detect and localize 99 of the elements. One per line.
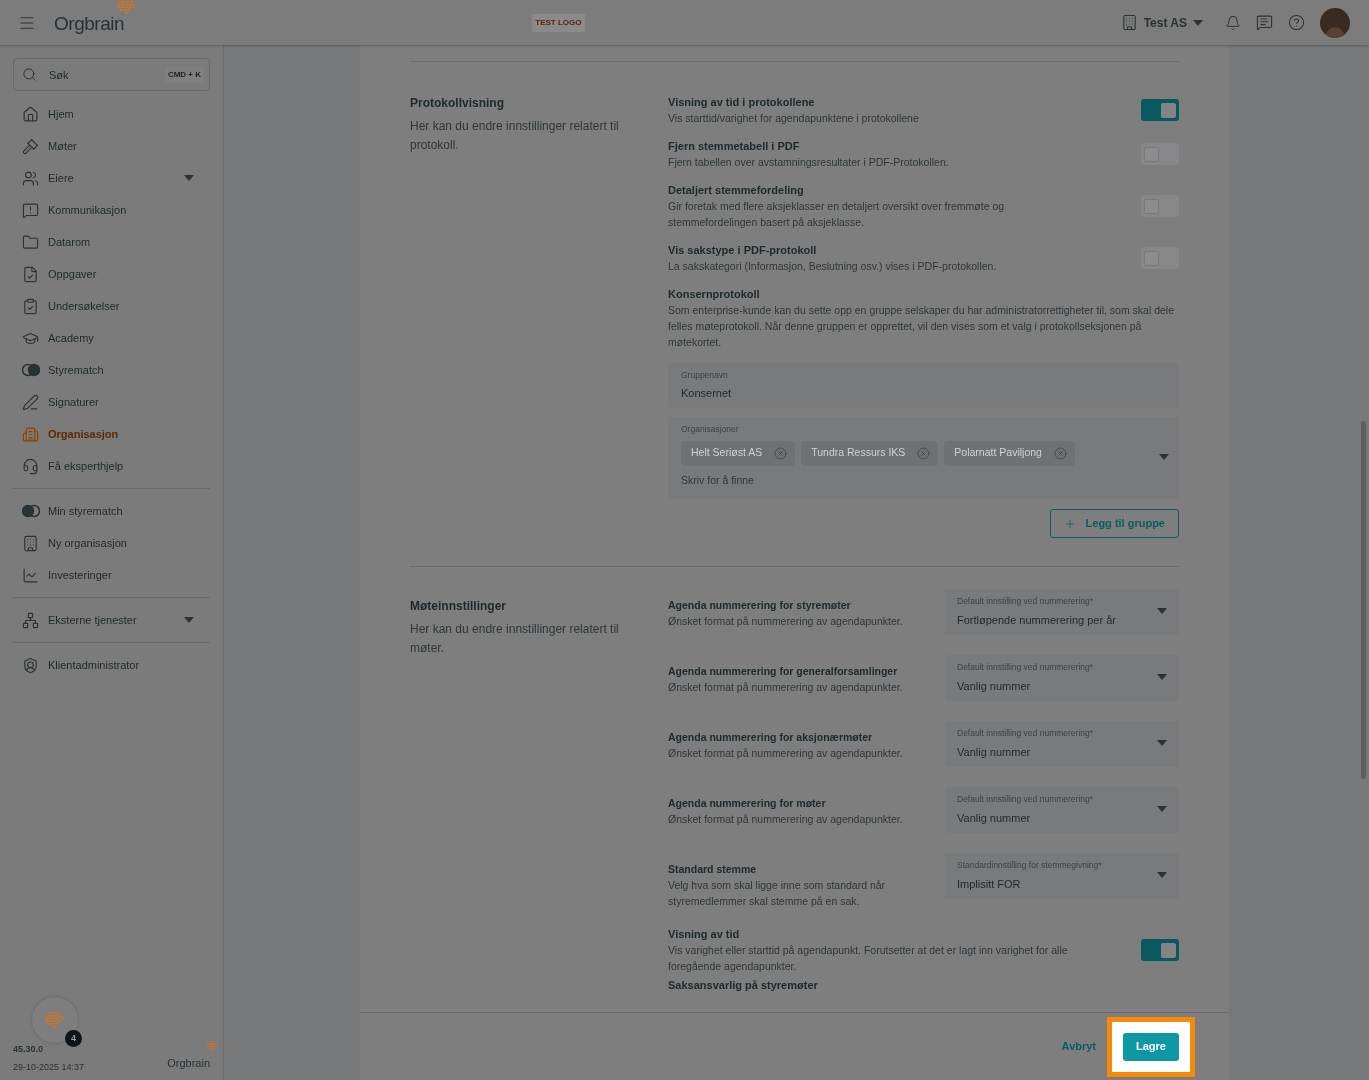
assistant-button[interactable]	[32, 997, 78, 1043]
folder-icon	[22, 233, 39, 251]
save-button[interactable]: Lagre	[1123, 1032, 1179, 1061]
setting-description: Vis varighet eller starttid på agendapunkt. Forutsetter at det er lagt inn varighet for alle foregående agendapunkter.	[668, 943, 1069, 974]
avatar[interactable]	[1320, 7, 1350, 38]
setting-title: Agenda nummerering for generalforsamlinger	[668, 664, 899, 679]
nav-item[interactable]: Ny organisasjon	[13, 527, 210, 559]
headset-icon	[22, 457, 39, 475]
section-title: Møteinnstillinger	[410, 598, 507, 615]
nav-item[interactable]: Eksterne tjenester	[13, 604, 210, 636]
setting-title: Standard stemme	[668, 862, 758, 877]
test-logo: TEST LOGO	[532, 13, 585, 32]
brand-logo: Orgbrain	[167, 1057, 210, 1069]
setting-title: Visning av tid i protokollene	[668, 95, 816, 110]
brain-icon	[44, 1011, 66, 1029]
building-icon	[22, 425, 39, 443]
dropdown-caret-icon	[1157, 608, 1167, 614]
add-group-button[interactable]: Legg til gruppe	[1049, 509, 1179, 538]
section-description: Her kan du endre innstillinger relatert til møter.	[410, 621, 620, 657]
nav-item[interactable]: Oppgaver	[13, 258, 210, 290]
dropdown-caret-icon	[1157, 674, 1167, 680]
organization-search-input[interactable]: Skriv for å finne	[681, 472, 981, 489]
setting-description: Som enterprise-kunde kan du sette opp en gruppe selskaper du har administratorrettigheter til, som skal dele felles møteprotokoll. Når denne gruppen er opprettet, vil den vises som et valg i protokollseksjonen på møtekortet.	[668, 303, 1176, 350]
brain-logo-icon	[206, 1041, 219, 1051]
chart-icon	[22, 566, 39, 584]
chat-icon[interactable]	[1256, 14, 1273, 31]
toggle-switch[interactable]	[1141, 939, 1179, 961]
caret-icon	[1193, 19, 1203, 26]
clipboard-check-icon	[22, 297, 39, 315]
setting-title: Saksansvarlig på styremøter	[668, 978, 819, 993]
setting-title: Agenda nummerering for aksjonærmøter	[668, 730, 874, 745]
nav-item[interactable]: Kommunikasjon	[13, 194, 210, 226]
message-alert-icon	[22, 201, 39, 219]
network-icon	[22, 611, 39, 629]
nav-item[interactable]: Få eksperthjelp	[13, 450, 210, 482]
setting-title: Agenda nummerering for møter	[668, 796, 827, 811]
remove-icon[interactable]	[917, 446, 931, 460]
setting-title: Fjern stemmetabell i PDF	[668, 139, 801, 154]
setting-description: Ønsket format på nummerering av agendapunkter.	[668, 614, 904, 629]
remove-icon[interactable]	[1053, 446, 1067, 460]
nav-item[interactable]: Klientadministrator	[13, 649, 210, 681]
timestamp-text: 29-10-2025 14:37	[13, 1060, 85, 1074]
dropdown-caret-icon	[1157, 806, 1167, 812]
cancel-button[interactable]: Avbryt	[1059, 1038, 1099, 1055]
setting-description: Ønsket format på nummerering av agendapunkter.	[668, 680, 904, 695]
dropdown-caret-icon	[1157, 872, 1167, 878]
nav-item[interactable]: Signaturer	[13, 386, 210, 418]
remove-icon[interactable]	[774, 446, 788, 460]
overlapping-circles-icon	[21, 504, 40, 518]
section-title: Protokollvisning	[410, 95, 505, 112]
nav-item[interactable]: Hjem	[13, 98, 210, 130]
brand-logo[interactable]: Orgbrain	[54, 13, 125, 35]
version-text: 45.30.0	[13, 1043, 45, 1056]
setting-description: Gir foretak med flere aksjeklasser en detaljert oversikt over fremmøte og stemmefordelingen basert på aksjeklasse.	[668, 199, 1006, 230]
setting-title: Konsernprotokoll	[668, 287, 761, 302]
setting-title: Detaljert stemmefordeling	[668, 183, 805, 198]
nav-item[interactable]: Investeringer	[13, 559, 210, 591]
search-icon	[22, 67, 37, 82]
nav-item[interactable]: Eiere	[13, 162, 210, 194]
setting-title: Agenda nummerering for styremøter	[668, 598, 852, 613]
expand-caret-icon	[184, 175, 194, 181]
organization-chip: Helt Seriøst AS	[681, 440, 796, 466]
toggle-switch[interactable]	[1141, 99, 1179, 121]
setting-description: Ønsket format på nummerering av agendapunkter.	[668, 812, 904, 827]
expand-caret-icon	[184, 617, 194, 623]
building-icon	[22, 534, 39, 552]
nav-item[interactable]: Styrematch	[13, 354, 210, 386]
dropdown-caret-icon	[1157, 740, 1167, 746]
help-icon[interactable]	[1288, 14, 1305, 31]
setting-description: Velg hva som skal ligge inne som standard når styremedlemmer skal stemme på en sak.	[668, 878, 887, 909]
keyboard-shortcut: CMD + K	[164, 67, 204, 83]
section-description: Her kan du endre innstillinger relatert til protokoll.	[410, 118, 620, 154]
plus-icon	[1063, 517, 1076, 530]
setting-description: Vis starttid/varighet for agendapunktene i protokollene	[668, 111, 919, 126]
setting-description: La sakskategori (Informasjon, Beslutning osv.) vises i PDF-protokollen.	[668, 259, 997, 274]
setting-title: Visning av tid	[668, 927, 741, 942]
gavel-icon	[22, 137, 39, 155]
building-icon	[1120, 14, 1138, 31]
house-icon	[22, 105, 39, 123]
nav-item[interactable]: Academy	[13, 322, 210, 354]
organization-chip: Tundra Ressurs IKS	[801, 440, 939, 466]
shield-user-icon	[22, 656, 39, 674]
file-check-icon	[22, 265, 39, 283]
pen-icon	[22, 393, 39, 411]
notifications-icon[interactable]	[1225, 14, 1241, 31]
dropdown-caret-icon	[1159, 454, 1169, 460]
setting-description: Fjern tabellen over avstamningsresultater i PDF-Protokollen.	[668, 155, 949, 170]
setting-description: Ønsket format på nummerering av agendapunkter.	[668, 746, 904, 761]
organization-chip: Polarnatt Paviljong	[944, 440, 1075, 466]
nav-item[interactable]: Min styrematch	[13, 495, 210, 527]
overlapping-circles-icon	[21, 363, 40, 377]
organization-switcher[interactable]: Test AS	[1120, 13, 1203, 32]
notification-badge: 4	[65, 1030, 82, 1047]
nav-item[interactable]: Organisasjon	[13, 418, 210, 450]
setting-title: Vis sakstype i PDF-protokoll	[668, 243, 818, 258]
nav-item[interactable]: Møter	[13, 130, 210, 162]
nav-item[interactable]: Undersøkelser	[13, 290, 210, 322]
people-icon	[22, 169, 39, 187]
nav-item[interactable]: Datarom	[13, 226, 210, 258]
